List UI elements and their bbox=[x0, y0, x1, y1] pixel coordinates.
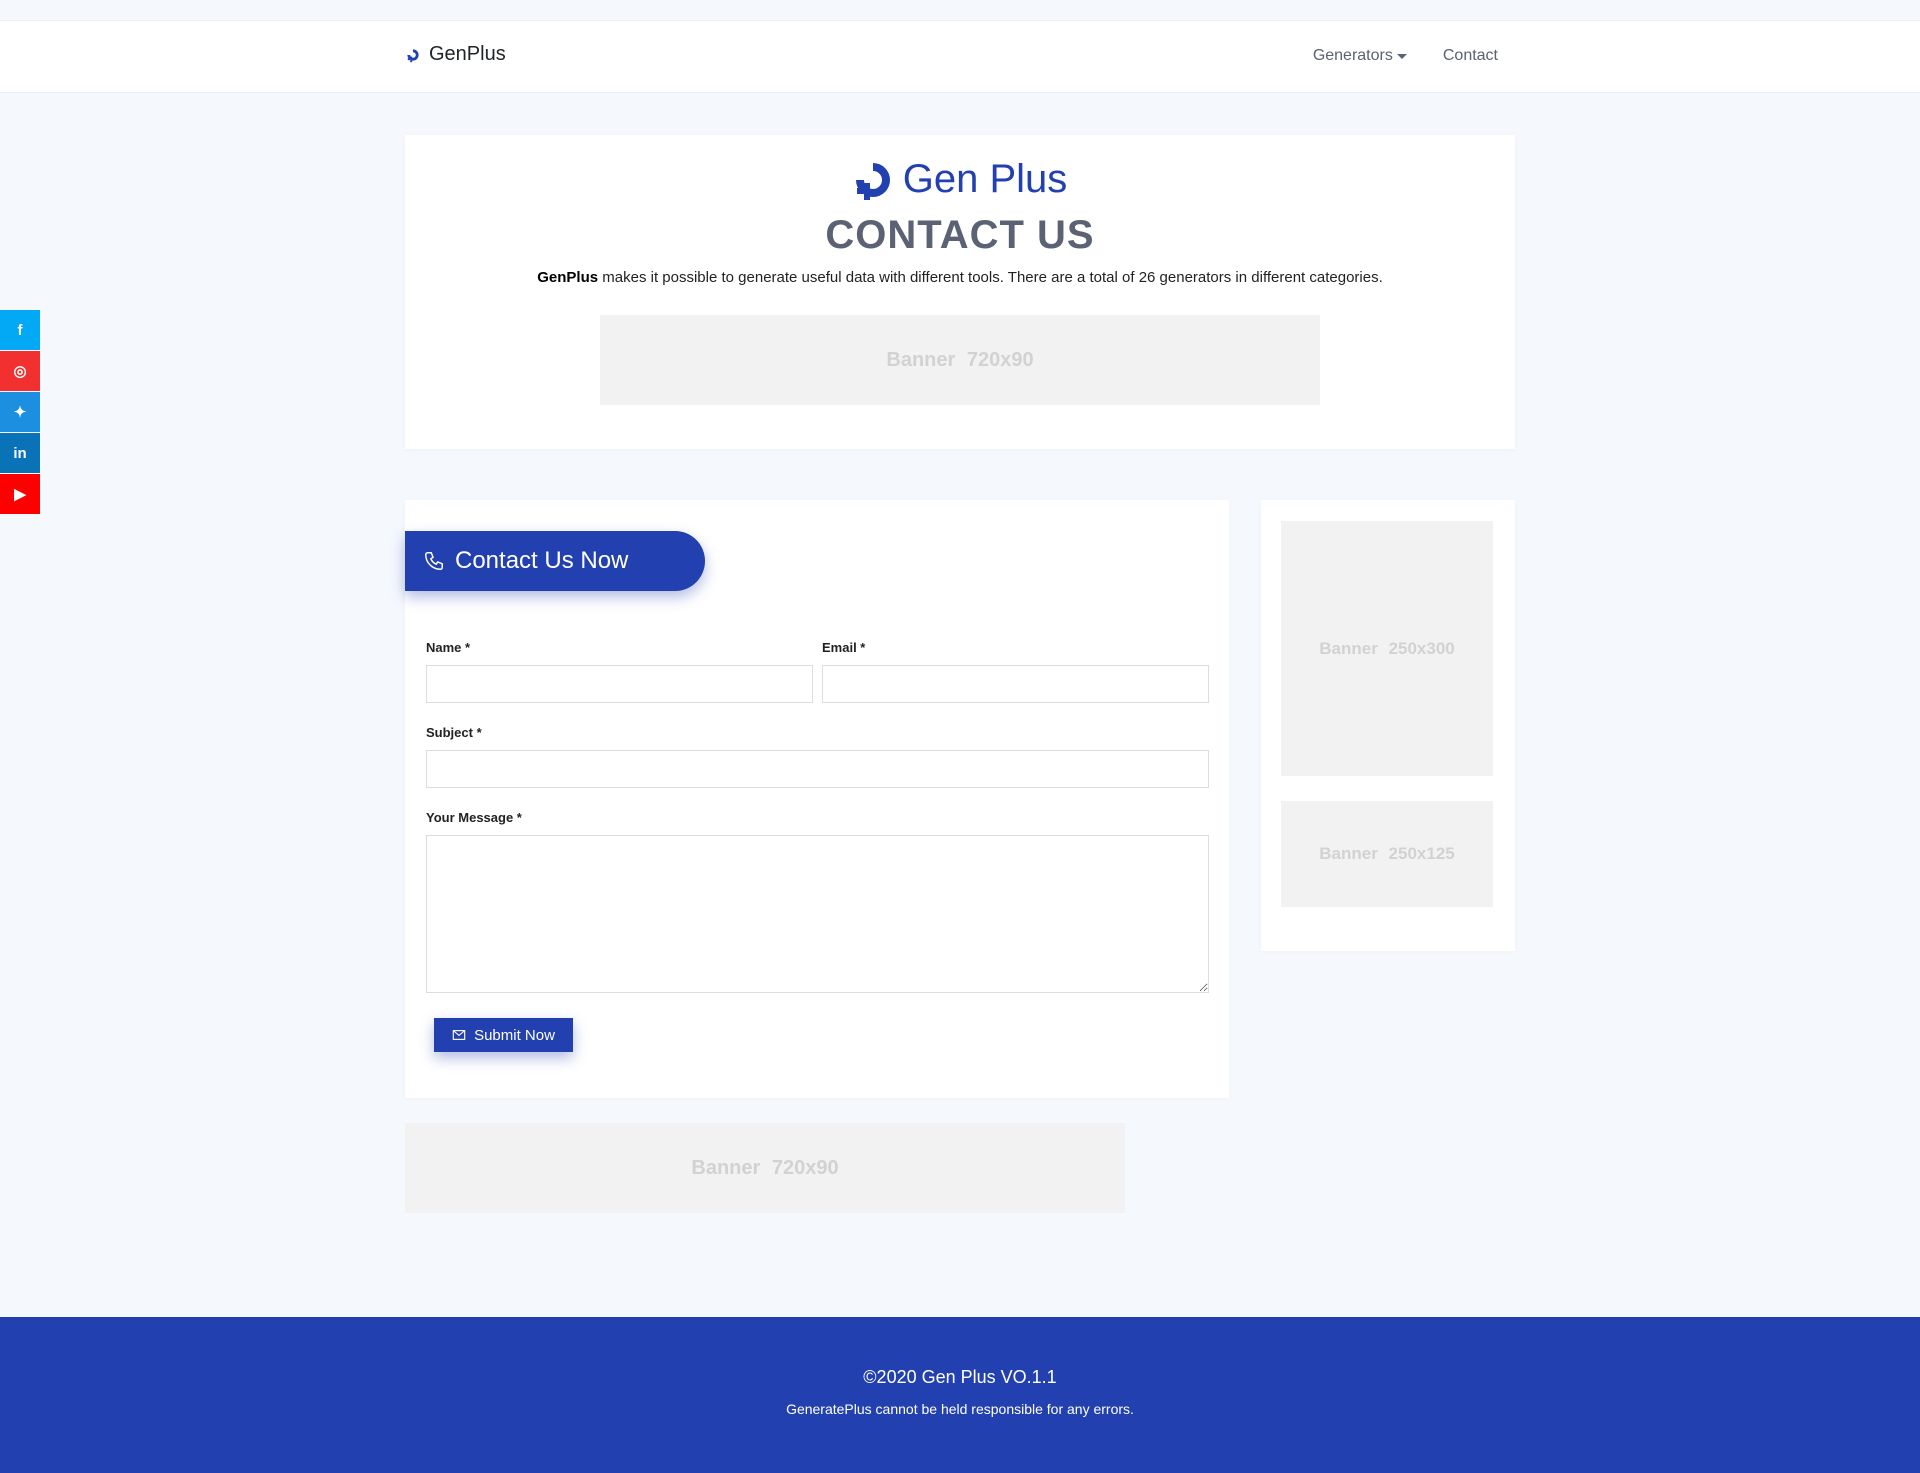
name-label: Name * bbox=[426, 640, 471, 655]
submit-label: Submit Now bbox=[474, 1026, 555, 1044]
contact-heading: Contact Us Now bbox=[455, 547, 629, 574]
linkedin-icon[interactable]: in bbox=[0, 433, 40, 473]
footer: ©2020 Gen Plus VO.1.1 GeneratePlus canno… bbox=[0, 1317, 1920, 1473]
hero-desc-text: makes it possible to generate useful dat… bbox=[598, 269, 1383, 286]
twitter-icon[interactable]: ✦ bbox=[0, 392, 40, 432]
phone-icon bbox=[425, 552, 443, 570]
facebook-icon[interactable]: f bbox=[0, 310, 40, 350]
instagram-icon[interactable]: ◎ bbox=[0, 351, 40, 391]
nav-item-label: Contact bbox=[1442, 47, 1498, 64]
hero-description: GenPlus makes it possible to generate us… bbox=[405, 269, 1515, 286]
hero-logo-text: Gen Plus bbox=[902, 157, 1068, 201]
genplus-logo-icon bbox=[407, 48, 419, 62]
subject-field[interactable] bbox=[426, 750, 1209, 788]
footer-copyright: ©2020 Gen Plus VO.1.1 bbox=[863, 1367, 1057, 1387]
nav-item-contact[interactable]: Contact bbox=[1443, 47, 1498, 65]
submit-button[interactable]: Submit Now bbox=[434, 1018, 573, 1052]
hero-desc-brand: GenPlus bbox=[537, 269, 599, 286]
brand-name: GenPlus bbox=[429, 43, 506, 65]
nav-item-label: Generators bbox=[1312, 47, 1393, 64]
chevron-down-icon bbox=[1396, 53, 1407, 59]
hero-logo: Gen Plus bbox=[405, 157, 1515, 202]
ad-banner-bottom[interactable]: Banner 720x90 bbox=[405, 1123, 1125, 1213]
brand-link[interactable]: GenPlus bbox=[405, 43, 506, 66]
main-nav: Generators Contact bbox=[1313, 47, 1498, 65]
email-label: Email * bbox=[822, 640, 866, 655]
email-field[interactable] bbox=[822, 665, 1209, 703]
genplus-logo-icon bbox=[855, 162, 890, 200]
ad-banner-top[interactable]: Banner 720x90 bbox=[600, 315, 1320, 405]
contact-heading-pill: Contact Us Now bbox=[405, 531, 705, 591]
nav-item-generators[interactable]: Generators bbox=[1313, 47, 1407, 65]
youtube-icon[interactable]: ▶ bbox=[0, 474, 40, 514]
name-field[interactable] bbox=[426, 665, 813, 703]
contact-form-card: Contact Us Now Name * Email * Subject * … bbox=[405, 500, 1229, 1098]
ad-banner-sidebar-small[interactable]: Banner 250x125 bbox=[1281, 801, 1493, 907]
ad-banner-sidebar-large[interactable]: Banner 250x300 bbox=[1281, 521, 1493, 776]
message-label: Your Message * bbox=[426, 810, 522, 825]
message-field[interactable] bbox=[426, 835, 1209, 993]
sidebar-ads-card: Banner 250x300 Banner 250x125 bbox=[1261, 500, 1515, 951]
footer-disclaimer: GeneratePlus cannot be held responsible … bbox=[786, 1401, 1134, 1417]
page-title: CONTACT US bbox=[825, 213, 1095, 257]
navbar: GenPlus Generators Contact bbox=[0, 20, 1920, 93]
envelope-icon bbox=[452, 1030, 466, 1040]
hero-card: Gen Plus CONTACT US GenPlus makes it pos… bbox=[405, 135, 1515, 449]
subject-label: Subject * bbox=[426, 725, 482, 740]
social-sidebar: f ◎ ✦ in ▶ bbox=[0, 310, 40, 515]
